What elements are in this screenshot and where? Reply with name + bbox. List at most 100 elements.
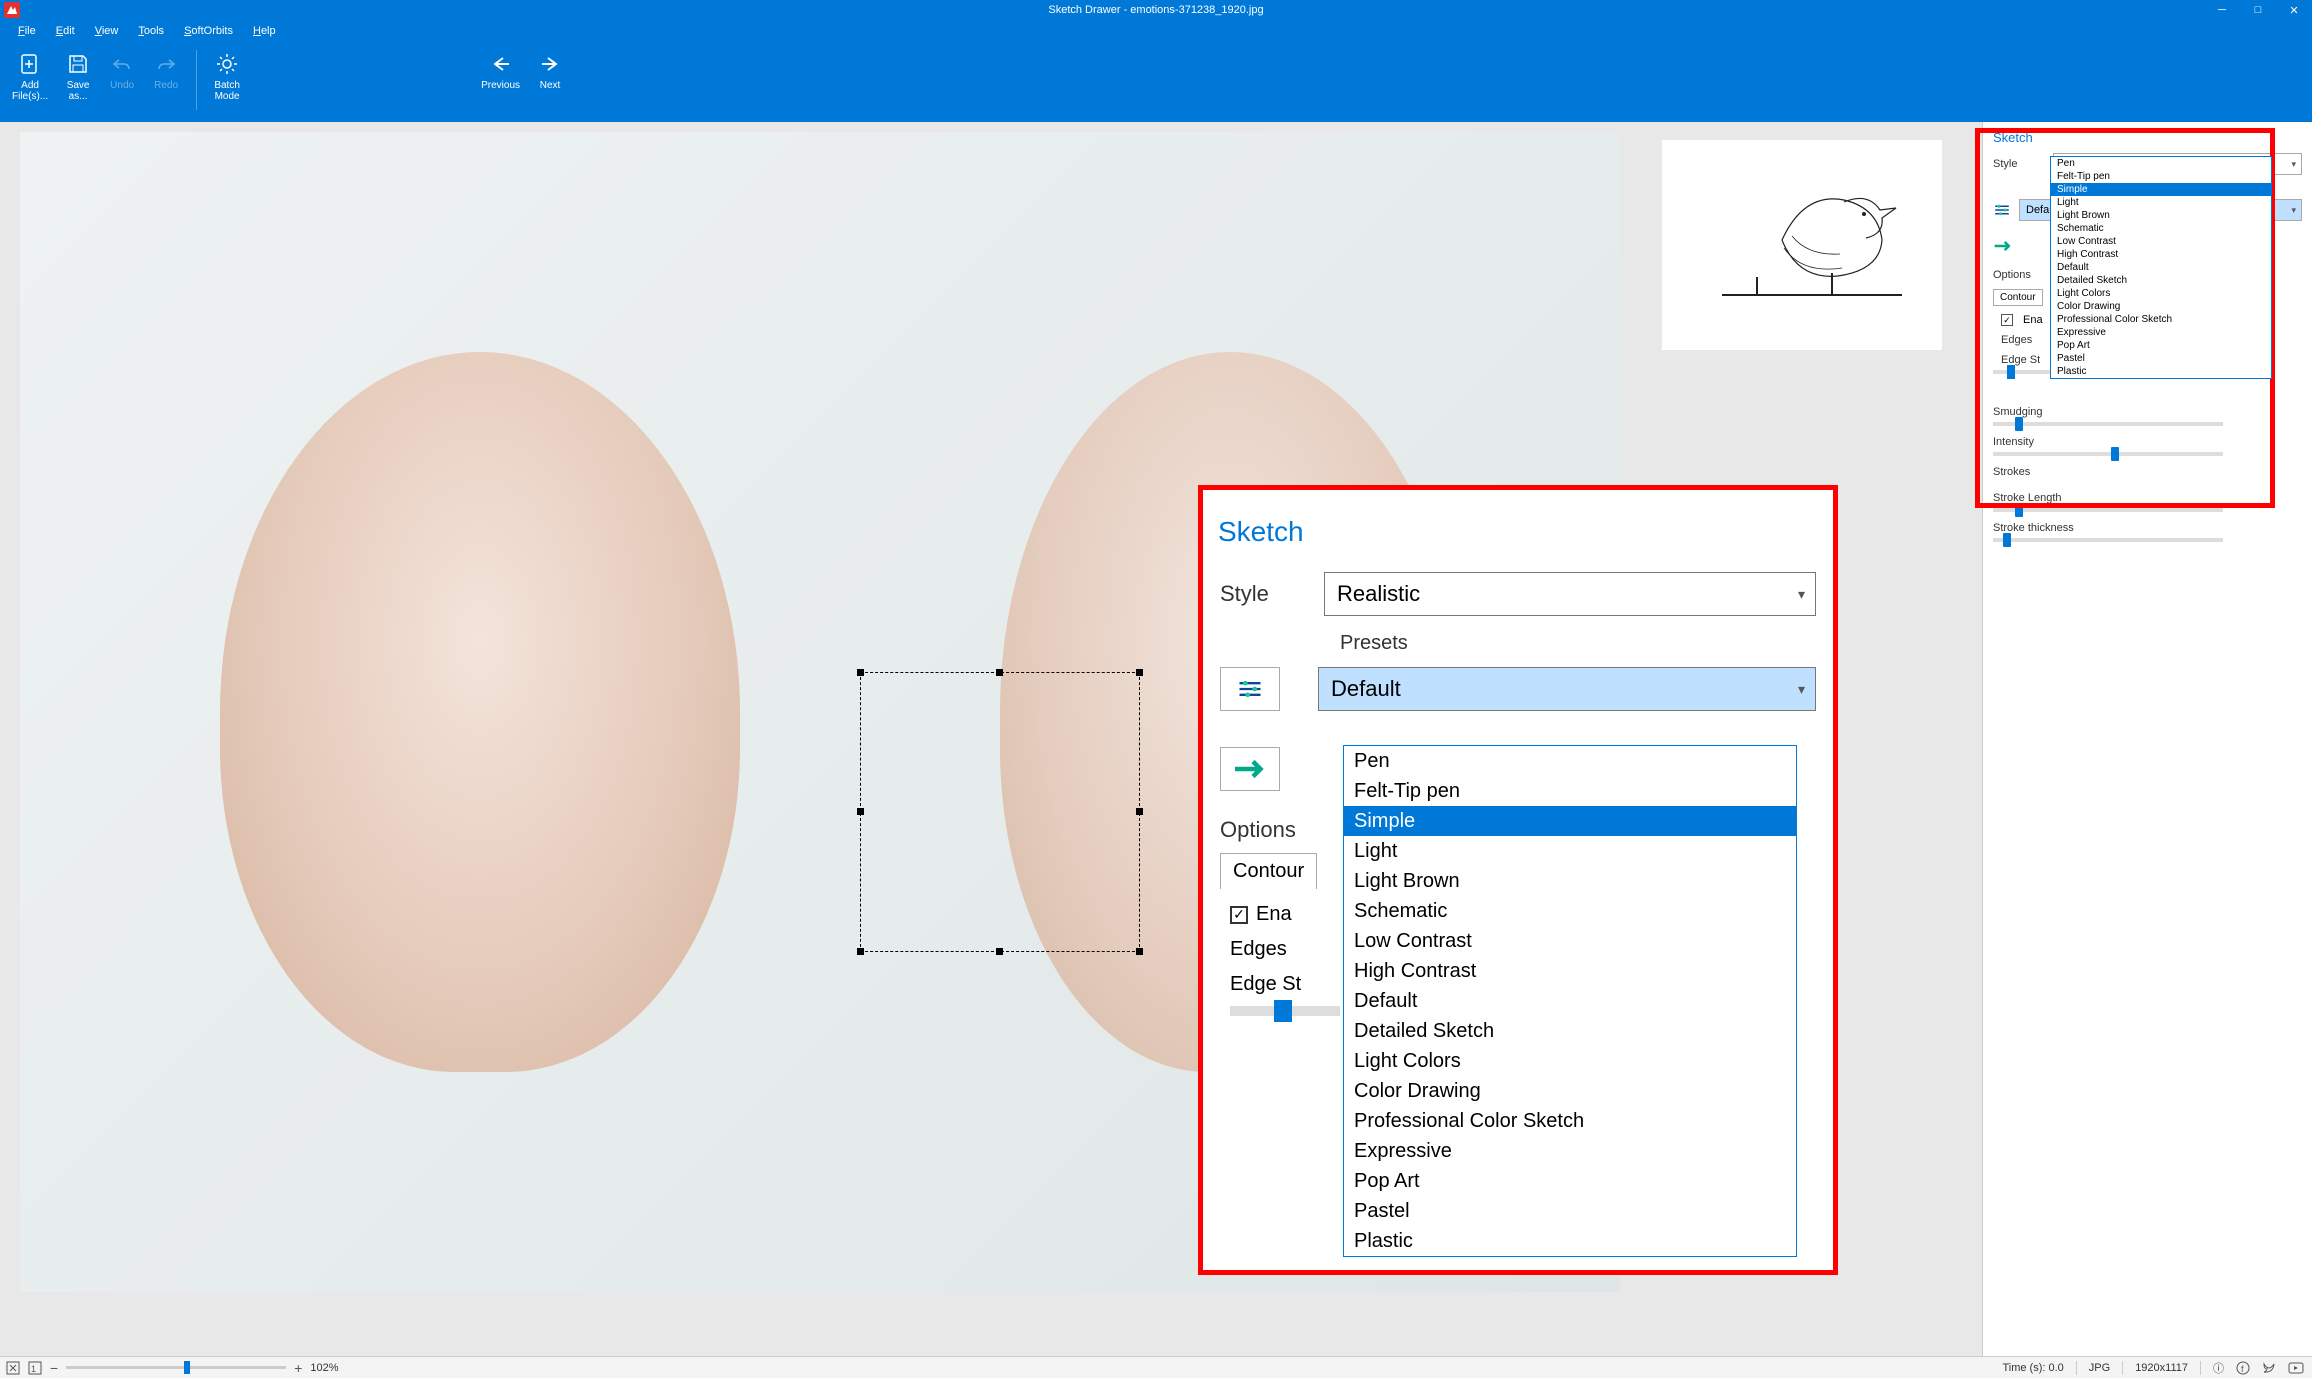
selection-box[interactable] [860,672,1140,952]
facebook-icon[interactable]: f [2236,1361,2250,1375]
stroke-length-slider[interactable] [1993,508,2223,512]
preset-option[interactable]: Plastic [2051,365,2271,378]
twitter-icon[interactable] [2262,1361,2276,1375]
preset-option[interactable]: Light Brown [2051,209,2271,222]
preset-option[interactable]: High Contrast [2051,248,2271,261]
stroke-length-label: Stroke Length [1993,492,2302,504]
minimize-button[interactable]: ─ [2204,0,2240,20]
preset-option[interactable]: Pop Art [1344,1166,1796,1196]
status-dimensions: 1920x1117 [2135,1362,2188,1374]
add-file-icon [16,50,44,78]
preset-option[interactable]: Simple [2051,183,2271,196]
smudging-slider[interactable] [1993,422,2223,426]
status-bar: 1 − + 102% Time (s): 0.0 JPG 1920x1117 ⓘ… [0,1356,2312,1378]
selection-handle[interactable] [857,948,864,955]
preset-option[interactable]: Detailed Sketch [1344,1016,1796,1046]
run-button[interactable] [1220,747,1280,791]
enable-label: Ena [2023,314,2043,326]
stroke-thickness-slider[interactable] [1993,538,2223,542]
preset-option[interactable]: Light [2051,196,2271,209]
preset-option[interactable]: Pastel [2051,352,2271,365]
preset-option[interactable]: Expressive [1344,1136,1796,1166]
menu-view[interactable]: View [85,23,129,39]
previous-button[interactable]: Previous [475,46,526,95]
preset-option[interactable]: Detailed Sketch [2051,274,2271,287]
preset-option[interactable]: Pop Art [2051,339,2271,352]
redo-icon [152,50,180,78]
preset-option[interactable]: Default [2051,261,2271,274]
preset-option[interactable]: Color Drawing [1344,1076,1796,1106]
presets-dropdown[interactable]: Default ▾ [1318,667,1816,711]
preset-option[interactable]: Low Contrast [1344,926,1796,956]
selection-handle[interactable] [857,669,864,676]
zoom-slider[interactable] [66,1366,286,1369]
preset-option[interactable]: Pen [2051,157,2271,170]
preset-option[interactable]: Light Colors [2051,287,2271,300]
redo-button[interactable]: Redo [146,46,186,95]
preset-option[interactable]: Schematic [2051,222,2271,235]
zoom-out-button[interactable]: − [50,1360,58,1376]
svg-text:1: 1 [31,1364,36,1374]
undo-button[interactable]: Undo [102,46,142,95]
chevron-down-icon: ▾ [2291,205,2296,216]
preset-option[interactable]: Schematic [1344,896,1796,926]
preset-option[interactable]: High Contrast [1344,956,1796,986]
save-as-button[interactable]: Save as... [58,46,98,106]
batch-mode-button[interactable]: Batch Mode [207,46,247,106]
arrow-left-icon [487,50,515,78]
preset-option[interactable]: Felt-Tip pen [1344,776,1796,806]
enable-checkbox[interactable]: ✓ [1230,906,1248,924]
preset-option[interactable]: Professional Color Sketch [1344,1106,1796,1136]
selection-handle[interactable] [996,948,1003,955]
selection-handle[interactable] [1136,669,1143,676]
menu-softorbits[interactable]: SoftOrbits [174,23,243,39]
menu-edit[interactable]: Edit [46,23,85,39]
window-controls: ─ □ ✕ [2204,0,2312,20]
run-icon[interactable] [1993,239,2013,253]
preset-option[interactable]: Pastel [1344,1196,1796,1226]
presets-listbox[interactable]: PenFelt-Tip penSimpleLightLight BrownSch… [1343,745,1797,1257]
selection-handle[interactable] [1136,948,1143,955]
menu-bar: File Edit View Tools SoftOrbits Help [0,20,2312,42]
selection-handle[interactable] [1136,808,1143,815]
intensity-slider[interactable] [1993,452,2223,456]
preset-option[interactable]: Felt-Tip pen [2051,170,2271,183]
contour-tab[interactable]: Contour [1993,289,2043,306]
preset-option[interactable]: Light Brown [1344,866,1796,896]
actual-size-icon[interactable]: 1 [28,1361,42,1375]
info-icon[interactable]: ⓘ [2213,1360,2224,1376]
sliders-icon[interactable] [1993,201,2013,219]
youtube-icon[interactable] [2288,1361,2304,1375]
preset-option[interactable]: Default [1344,986,1796,1016]
menu-file[interactable]: File [8,23,46,39]
stroke-thickness-label: Stroke thickness [1993,522,2302,534]
selection-handle[interactable] [996,669,1003,676]
presets-listbox-small[interactable]: PenFelt-Tip penSimpleLightLight BrownSch… [2050,156,2272,379]
gear-icon [213,50,241,78]
close-button[interactable]: ✕ [2276,0,2312,20]
preset-option[interactable]: Low Contrast [2051,235,2271,248]
sliders-icon[interactable] [1220,667,1280,711]
preset-option[interactable]: Pen [1344,746,1796,776]
menu-help[interactable]: Help [243,23,286,39]
preset-option[interactable]: Light [1344,836,1796,866]
preset-option[interactable]: Plastic [1344,1226,1796,1256]
add-files-button[interactable]: Add File(s)... [6,46,54,106]
preset-option[interactable]: Light Colors [1344,1046,1796,1076]
preset-option[interactable]: Simple [1344,806,1796,836]
selection-handle[interactable] [857,808,864,815]
preset-option[interactable]: Professional Color Sketch [2051,313,2271,326]
fit-icon[interactable] [6,1361,20,1375]
preset-option[interactable]: Color Drawing [2051,300,2271,313]
chevron-down-icon: ▾ [1798,586,1805,603]
preset-option[interactable]: Expressive [2051,326,2271,339]
menu-tools[interactable]: Tools [128,23,174,39]
contour-tab[interactable]: Contour [1220,853,1317,889]
edge-strength-slider[interactable] [1230,1006,1340,1016]
style-dropdown[interactable]: Realistic ▾ [1324,572,1816,616]
zoom-in-button[interactable]: + [294,1360,302,1376]
strokes-label: Strokes [1993,466,2302,478]
maximize-button[interactable]: □ [2240,0,2276,20]
next-button[interactable]: Next [530,46,570,95]
enable-checkbox[interactable]: ✓ [2001,314,2013,326]
